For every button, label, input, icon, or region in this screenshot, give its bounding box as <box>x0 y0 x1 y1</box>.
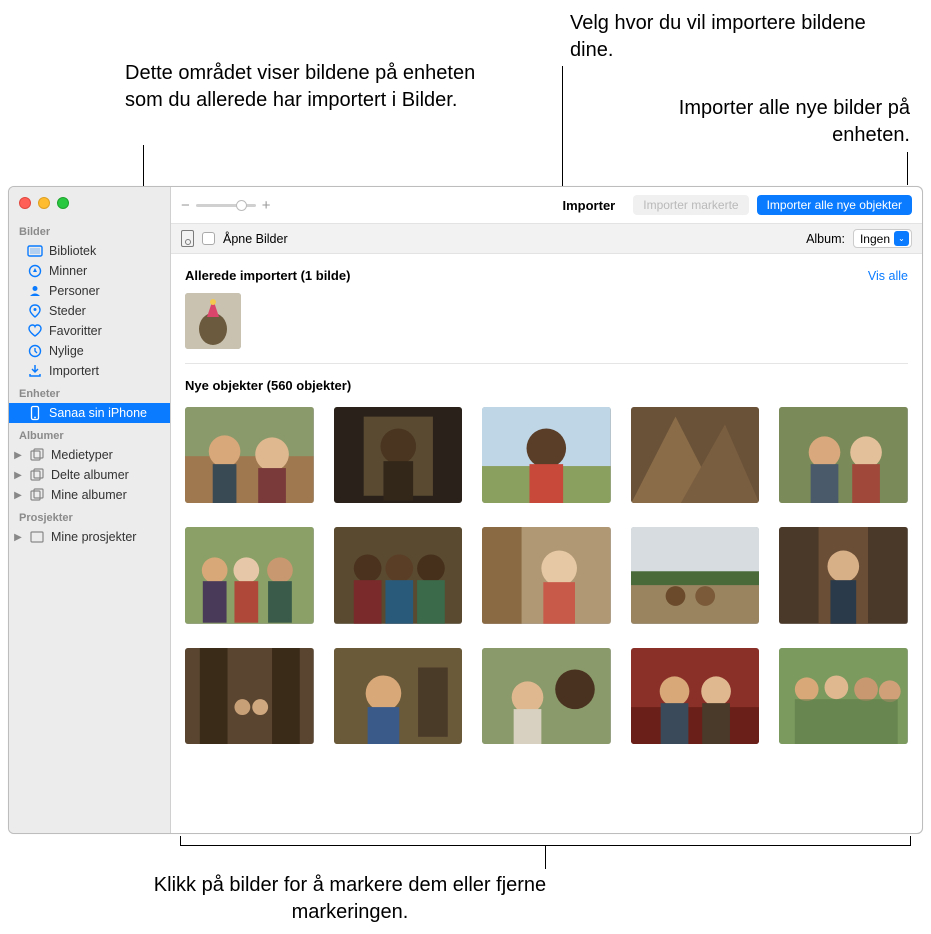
heart-icon <box>27 324 43 338</box>
open-photos-checkbox[interactable] <box>202 232 215 245</box>
sidebar-label: Mine prosjekter <box>51 530 136 544</box>
sidebar-label: Nylige <box>49 344 84 358</box>
album-label: Album: <box>806 232 845 246</box>
photo-thumbnail[interactable] <box>779 407 908 503</box>
sidebar-item-delte-albumer[interactable]: ▶ Delte albumer <box>9 465 170 485</box>
chevron-right-icon: ▶ <box>13 450 23 461</box>
chevron-right-icon: ▶ <box>13 490 23 501</box>
photo-thumbnail[interactable] <box>334 527 463 623</box>
sidebar-label: Delte albumer <box>51 468 129 482</box>
sidebar-label: Importert <box>49 364 99 378</box>
sidebar-label: Steder <box>49 304 86 318</box>
maximize-window-button[interactable] <box>57 197 69 209</box>
leader-line <box>180 836 181 846</box>
zoom-plus-icon: + <box>262 197 271 214</box>
sidebar-label: Mine albumer <box>51 488 127 502</box>
projects-icon <box>29 530 45 544</box>
phone-icon <box>27 406 43 420</box>
toolbar: − + Importer Importer markerte Importer … <box>171 187 922 224</box>
photo-thumbnail[interactable] <box>779 648 908 744</box>
imported-thumbnail[interactable] <box>185 293 241 349</box>
sidebar-item-favoritter[interactable]: Favoritter <box>9 321 170 341</box>
chevron-updown-icon: ⌄ <box>894 231 909 246</box>
sidebar-label: Favoritter <box>49 324 102 338</box>
new-items-heading: Nye objekter (560 objekter) <box>185 378 908 393</box>
new-items-grid <box>185 407 908 744</box>
sidebar-item-minner[interactable]: Minner <box>9 261 170 281</box>
show-all-link[interactable]: Vis alle <box>868 269 908 283</box>
sidebar-item-steder[interactable]: Steder <box>9 301 170 321</box>
photo-thumbnail[interactable] <box>185 527 314 623</box>
sidebar-label: Medietyper <box>51 448 113 462</box>
my-albums-icon <box>29 488 45 502</box>
photo-thumbnail[interactable] <box>185 648 314 744</box>
zoom-slider-track[interactable] <box>196 204 256 207</box>
sidebar-label: Minner <box>49 264 87 278</box>
zoom-control[interactable]: − + <box>181 197 271 214</box>
photo-thumbnail[interactable] <box>779 527 908 623</box>
sidebar-section-prosjekter: Prosjekter <box>9 505 170 527</box>
leader-line <box>907 152 908 185</box>
chevron-right-icon: ▶ <box>13 470 23 481</box>
photo-thumbnail[interactable] <box>482 407 611 503</box>
zoom-minus-icon: − <box>181 197 190 214</box>
memories-icon <box>27 264 43 278</box>
sidebar-item-personer[interactable]: Personer <box>9 281 170 301</box>
callout-import-all: Importer alle nye bilder på enheten. <box>640 95 910 149</box>
import-selected-button[interactable]: Importer markerte <box>633 195 748 215</box>
sidebar-item-mine-prosjekter[interactable]: ▶ Mine prosjekter <box>9 527 170 547</box>
album-icon <box>29 448 45 462</box>
window-controls <box>9 193 170 219</box>
photo-thumbnail[interactable] <box>334 407 463 503</box>
leader-line <box>545 845 546 869</box>
clock-icon <box>27 344 43 358</box>
sidebar-item-mine-albumer[interactable]: ▶ Mine albumer <box>9 485 170 505</box>
content-scroll[interactable]: Allerede importert (1 bilde) Vis alle Ny… <box>171 254 922 833</box>
import-all-new-button[interactable]: Importer alle nye objekter <box>757 195 912 215</box>
sidebar-item-nylige[interactable]: Nylige <box>9 341 170 361</box>
photo-thumbnail[interactable] <box>185 407 314 503</box>
photo-thumbnail[interactable] <box>482 648 611 744</box>
photo-thumbnail[interactable] <box>631 648 760 744</box>
sidebar-section-bilder: Bilder <box>9 219 170 241</box>
divider <box>185 363 908 364</box>
sidebar-section-albumer: Albumer <box>9 423 170 445</box>
photo-thumbnail[interactable] <box>631 407 760 503</box>
sidebar-label: Bibliotek <box>49 244 96 258</box>
sidebar-section-enheter: Enheter <box>9 381 170 403</box>
toolbar-title: Importer <box>563 198 616 213</box>
already-imported-heading: Allerede importert (1 bilde) <box>185 268 350 283</box>
leader-line <box>910 836 911 846</box>
photos-app-window: Bilder Bibliotek Minner Personer Steder … <box>8 186 923 834</box>
close-window-button[interactable] <box>19 197 31 209</box>
minimize-window-button[interactable] <box>38 197 50 209</box>
people-icon <box>27 284 43 298</box>
photo-thumbnail[interactable] <box>631 527 760 623</box>
sidebar-label: Sanaa sin iPhone <box>49 406 147 420</box>
library-icon <box>27 244 43 258</box>
sidebar-item-device-iphone[interactable]: Sanaa sin iPhone <box>9 403 170 423</box>
open-photos-label: Åpne Bilder <box>223 232 288 246</box>
sidebar-item-importert[interactable]: Importert <box>9 361 170 381</box>
zoom-slider-thumb[interactable] <box>236 200 247 211</box>
sidebar: Bilder Bibliotek Minner Personer Steder … <box>9 187 171 833</box>
callout-click-select: Klikk på bilder for å markere dem eller … <box>150 872 550 926</box>
import-subbar: Åpne Bilder Album: Ingen ⌄ <box>171 224 922 254</box>
photo-thumbnail[interactable] <box>334 648 463 744</box>
chevron-right-icon: ▶ <box>13 532 23 543</box>
album-select-value: Ingen <box>860 232 890 246</box>
main-area: − + Importer Importer markerte Importer … <box>171 187 922 833</box>
album-select[interactable]: Ingen ⌄ <box>853 229 912 248</box>
photo-thumbnail[interactable] <box>482 527 611 623</box>
callout-imported-area: Dette området viser bildene på enheten s… <box>125 60 505 114</box>
places-icon <box>27 304 43 318</box>
import-icon <box>27 364 43 378</box>
shared-album-icon <box>29 468 45 482</box>
sidebar-label: Personer <box>49 284 100 298</box>
device-icon <box>181 230 194 247</box>
sidebar-item-medietyper[interactable]: ▶ Medietyper <box>9 445 170 465</box>
sidebar-item-bibliotek[interactable]: Bibliotek <box>9 241 170 261</box>
callout-album-dest: Velg hvor du vil importere bildene dine. <box>570 10 890 64</box>
